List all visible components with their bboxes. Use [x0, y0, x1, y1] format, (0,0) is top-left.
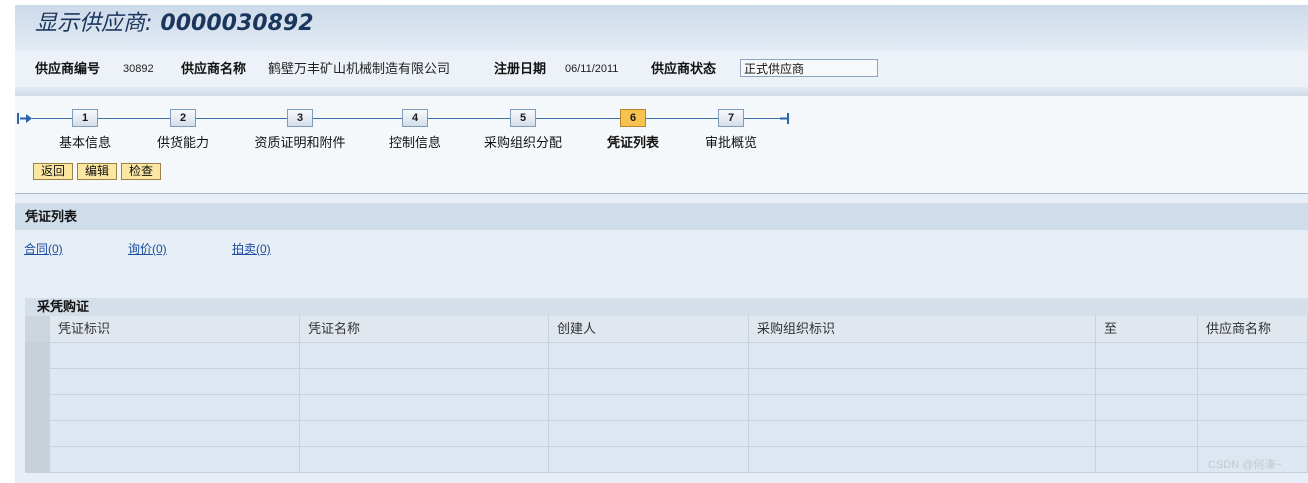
select-all-cell[interactable] [25, 316, 50, 343]
purchase-documents-table: 采凭购证 凭证标识 凭证名称 创建人 采购组织标识 至 供应商名称 [25, 298, 1308, 473]
table-cell [549, 343, 749, 369]
page-title: 显示供应商: 0000030892 [35, 10, 314, 38]
roadmap-step-label: 控制信息 [388, 135, 441, 150]
table-header-row: 凭证标识 凭证名称 创建人 采购组织标识 至 供应商名称 [25, 316, 1308, 343]
table-row[interactable] [25, 343, 1308, 369]
table-row[interactable] [25, 447, 1308, 473]
roadmap-step-number: 1 [72, 109, 98, 127]
table-cell [1198, 421, 1308, 447]
table-cell [1198, 343, 1308, 369]
column-header-purchasing-org-id[interactable]: 采购组织标识 [749, 316, 1096, 343]
divider [15, 193, 1308, 194]
table-cell [549, 421, 749, 447]
row-selector[interactable] [25, 447, 50, 473]
vendor-number-value: 30892 [123, 63, 154, 75]
table-cell [749, 395, 1096, 421]
row-selector[interactable] [25, 395, 50, 421]
table-cell [1096, 343, 1198, 369]
row-selector[interactable] [25, 343, 50, 369]
table-cell [749, 343, 1096, 369]
roadmap-step-number: 7 [718, 109, 744, 127]
table-cell [1198, 369, 1308, 395]
table-row[interactable] [25, 369, 1308, 395]
vendor-name-value: 鹤壁万丰矿山机械制造有限公司 [268, 61, 451, 76]
table-cell [50, 395, 300, 421]
table-cell [300, 447, 549, 473]
table-row[interactable] [25, 395, 1308, 421]
page-title-label: 显示供应商: [35, 11, 153, 36]
edit-button[interactable]: 编辑 [77, 163, 118, 180]
toolbar: 返回 编辑 检查 [33, 163, 162, 180]
back-button[interactable]: 返回 [33, 163, 74, 180]
column-header-vendor-name[interactable]: 供应商名称 [1198, 316, 1308, 343]
table-row[interactable] [25, 421, 1308, 447]
roadmap-step-label: 供货能力 [156, 135, 209, 150]
table-cell [549, 395, 749, 421]
column-header-to[interactable]: 至 [1096, 316, 1198, 343]
table-cell [300, 421, 549, 447]
roadmap-step-approval-overview[interactable]: 7 审批概览 [671, 109, 791, 151]
document-links: 合同(0) 询价(0) 拍卖(0) [24, 241, 336, 257]
auctions-link[interactable]: 拍卖(0) [232, 241, 336, 257]
roadmap-step-label: 采购组织分配 [483, 135, 562, 150]
section-title: 凭证列表 [15, 203, 1308, 230]
row-selector[interactable] [25, 421, 50, 447]
vendor-number-label: 供应商编号 [35, 61, 101, 76]
table-cell [1096, 395, 1198, 421]
column-header-document-id[interactable]: 凭证标识 [50, 316, 300, 343]
column-header-document-name[interactable]: 凭证名称 [300, 316, 549, 343]
roadmap-step-number: 5 [510, 109, 536, 127]
roadmap-step-purchasing-org[interactable]: 5 采购组织分配 [463, 109, 583, 151]
table-cell [749, 369, 1096, 395]
roadmap: 1 基本信息 2 供货能力 3 资质证明和附件 4 控制信息 5 采购组织分配 … [15, 96, 1308, 193]
table-cell [300, 369, 549, 395]
table-cell [300, 395, 549, 421]
header-divider-band [15, 87, 1308, 96]
roadmap-step-supply-capability[interactable]: 2 供货能力 [123, 109, 243, 151]
table-cell [50, 421, 300, 447]
registration-date-value: 06/11/2011 [565, 63, 619, 75]
vendor-name-label: 供应商名称 [181, 61, 247, 76]
roadmap-step-number: 3 [287, 109, 313, 127]
check-button[interactable]: 检查 [121, 163, 162, 180]
roadmap-step-label: 资质证明和附件 [254, 135, 346, 150]
table-cell [300, 343, 549, 369]
vendor-id-title: 0000030892 [160, 11, 314, 36]
rfq-link[interactable]: 询价(0) [128, 241, 232, 257]
roadmap-step-number: 4 [402, 109, 428, 127]
roadmap-step-number: 2 [170, 109, 196, 127]
table-cell [749, 447, 1096, 473]
vendor-info-row: 供应商编号 30892 供应商名称 鹤壁万丰矿山机械制造有限公司 注册日期 06… [15, 51, 1308, 87]
table-cell [50, 369, 300, 395]
table-cell [50, 343, 300, 369]
vendor-status-field[interactable] [740, 59, 878, 77]
table-cell [1096, 421, 1198, 447]
table-cell [749, 421, 1096, 447]
table-title: 采凭购证 [25, 298, 1308, 316]
table-cell [1198, 395, 1308, 421]
table-cell [549, 447, 749, 473]
vendor-status-label: 供应商状态 [651, 61, 717, 76]
roadmap-step-control-info[interactable]: 4 控制信息 [355, 109, 475, 151]
column-header-created-by[interactable]: 创建人 [549, 316, 749, 343]
watermark: CSDN @何溱~ [1208, 459, 1282, 471]
table-cell [1096, 447, 1198, 473]
row-selector[interactable] [25, 369, 50, 395]
table-cell [1096, 369, 1198, 395]
roadmap-step-qualifications[interactable]: 3 资质证明和附件 [240, 109, 360, 151]
roadmap-step-label: 审批概览 [704, 135, 757, 150]
table-cell [549, 369, 749, 395]
roadmap-step-number: 6 [620, 109, 646, 127]
contracts-link[interactable]: 合同(0) [24, 241, 128, 257]
table-cell [50, 447, 300, 473]
registration-date-label: 注册日期 [494, 61, 547, 76]
